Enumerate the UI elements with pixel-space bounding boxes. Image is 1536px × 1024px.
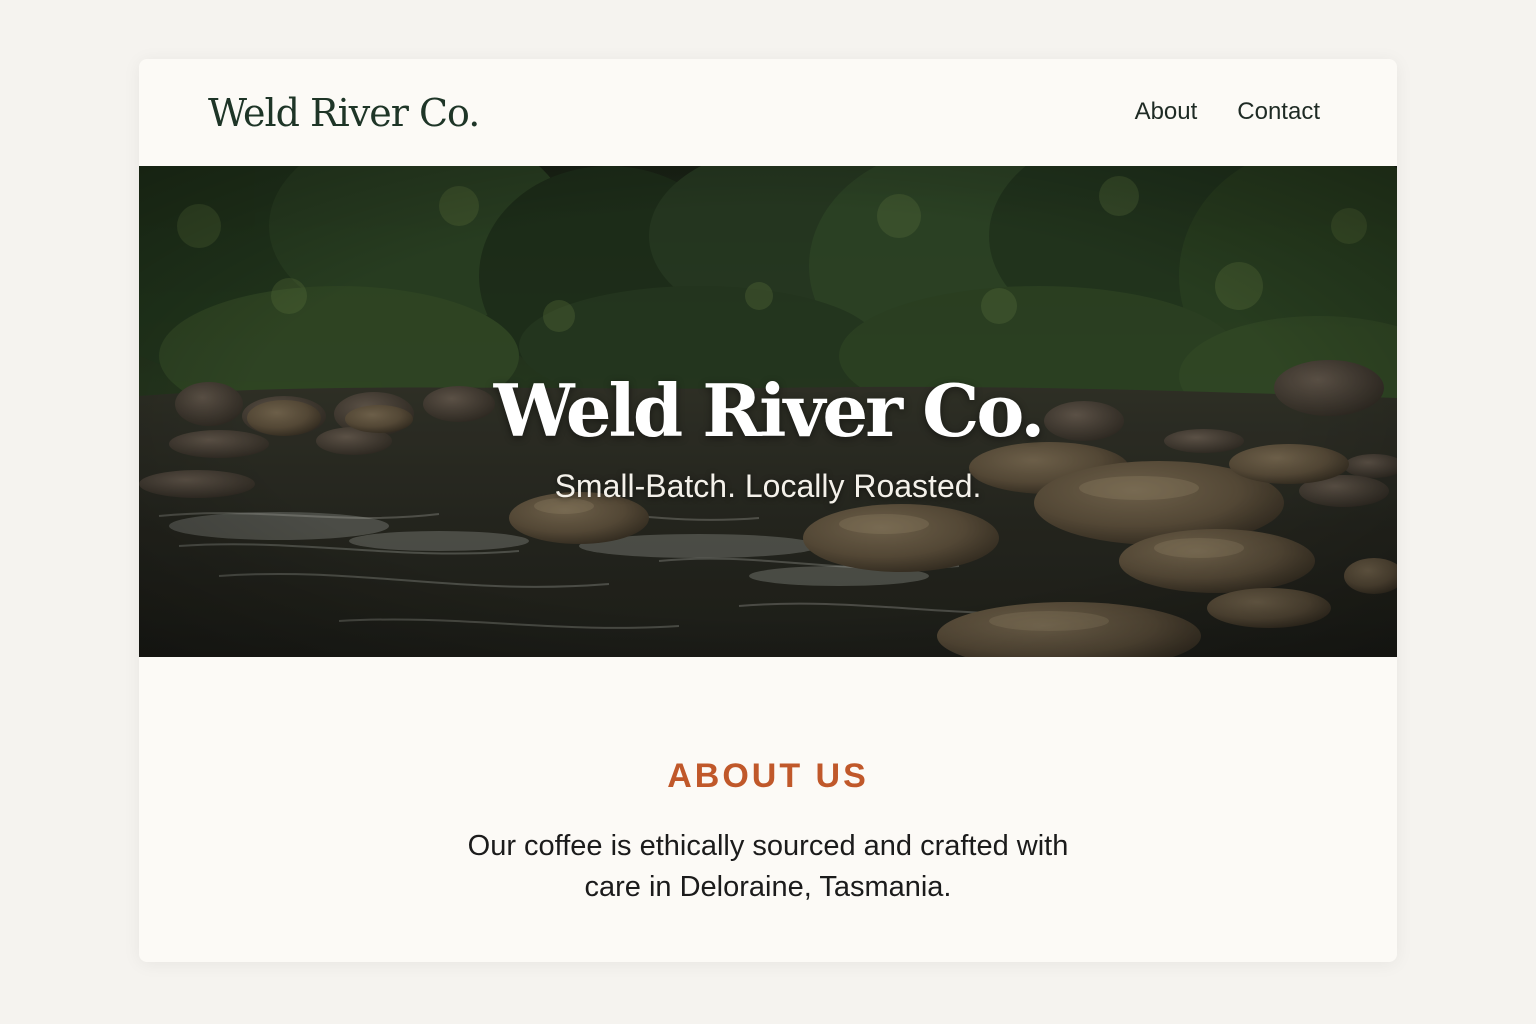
page-card: Weld River Co. About Contact Weld River …: [139, 59, 1397, 962]
nav-link-contact[interactable]: Contact: [1237, 97, 1320, 127]
logo[interactable]: Weld River Co.: [208, 89, 480, 137]
about-text: Our coffee is ethically sourced and craf…: [467, 830, 1069, 903]
about-section: ABOUT US Our coffee is ethically sourced…: [139, 657, 1397, 962]
site-header: Weld River Co. About Contact: [139, 59, 1397, 166]
about-heading: ABOUT US: [667, 757, 869, 796]
main-nav: About Contact: [1135, 97, 1320, 127]
hero-banner: Weld River Co. Small-Batch. Locally Roas…: [139, 166, 1397, 657]
nav-link-about[interactable]: About: [1135, 97, 1198, 127]
hero-title: Weld River Co.: [493, 368, 1046, 454]
hero-subtitle: Small-Batch. Locally Roasted.: [554, 468, 982, 504]
